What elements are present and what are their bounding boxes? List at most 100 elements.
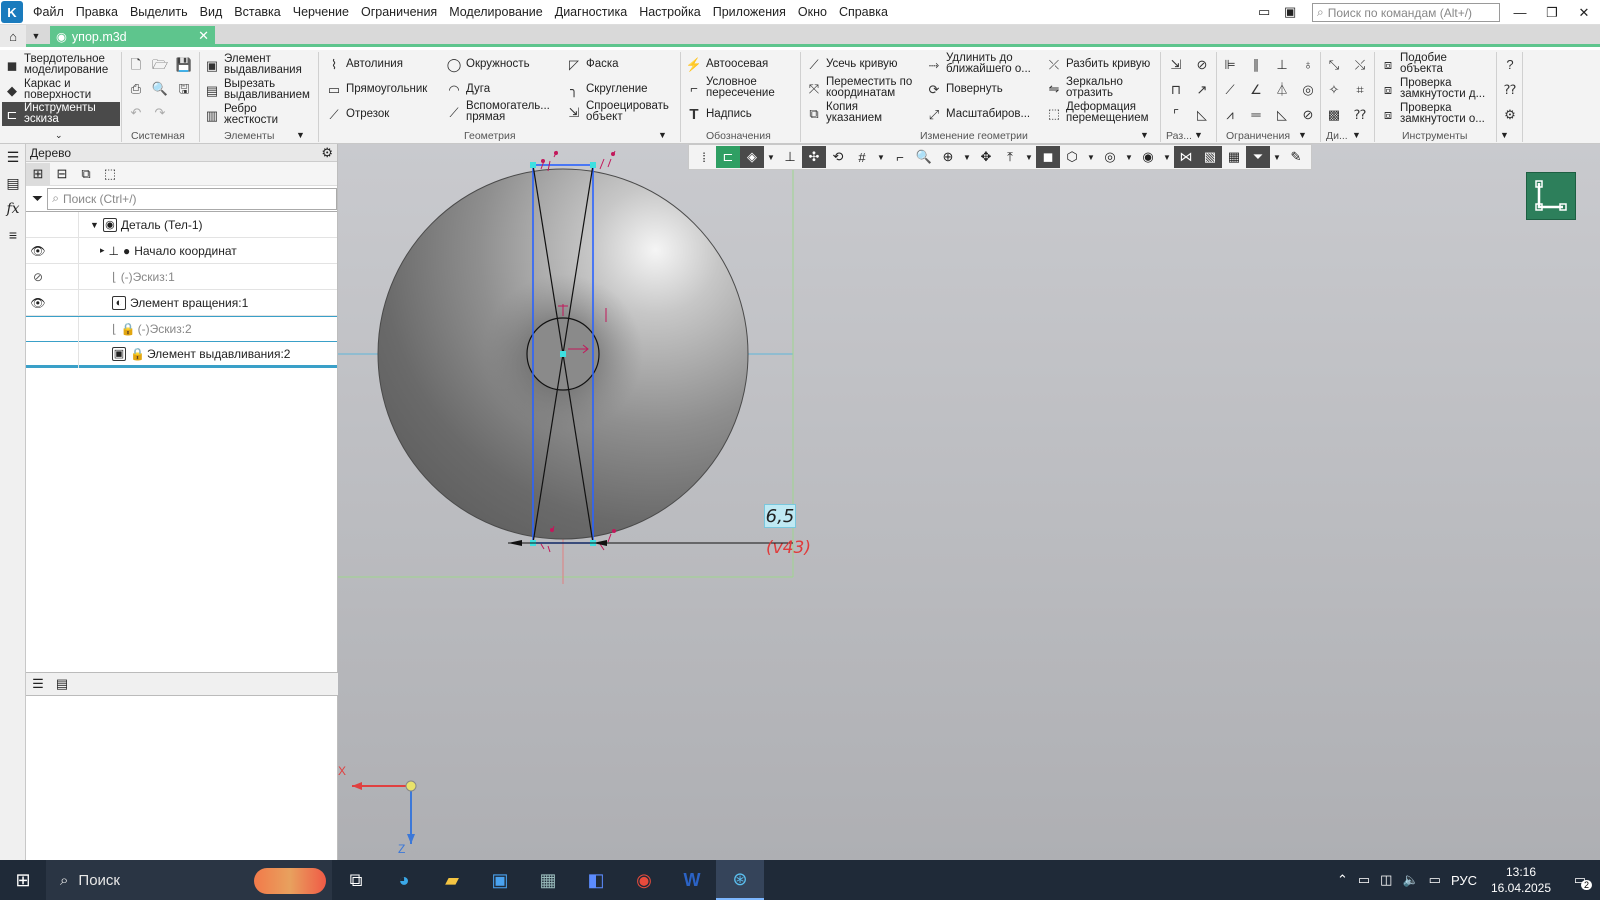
wireframe-view-icon[interactable]: ⬡ bbox=[1060, 146, 1084, 168]
circle-button[interactable]: ◯ Окружность bbox=[446, 56, 530, 72]
chamfer-button[interactable]: ◸ Фаска bbox=[566, 56, 619, 72]
store-icon[interactable]: ▣ bbox=[476, 860, 524, 900]
tree-view-icon[interactable]: ☰ bbox=[26, 673, 50, 695]
tree-row-revolve-1[interactable]: 👁 ◐ Элемент вращения:1 bbox=[26, 290, 337, 316]
vertex-point[interactable] bbox=[530, 162, 536, 168]
chevron-down-icon[interactable]: ▼ bbox=[1022, 153, 1036, 162]
undo-icon[interactable]: ↶ bbox=[128, 104, 148, 120]
tree-row-sketch-1[interactable]: ⊘ ⌊ (-)Эскиз:1 bbox=[26, 264, 337, 290]
triangle-dim-icon[interactable]: ◺ bbox=[1194, 106, 1214, 122]
kompas-taskbar-icon[interactable]: ⊛ bbox=[716, 860, 764, 900]
scale-button[interactable]: ⤢ Масштабиров... bbox=[926, 106, 1030, 122]
home-icon[interactable]: ⌂ bbox=[0, 25, 26, 47]
rotate-button[interactable]: ⟳ Повернуть bbox=[926, 81, 1003, 97]
pan-icon[interactable]: ✥ bbox=[974, 146, 998, 168]
menu-insert[interactable]: Вставка bbox=[228, 0, 286, 25]
chevron-down-icon[interactable]: ▼ bbox=[1140, 130, 1149, 140]
center-point[interactable] bbox=[560, 351, 566, 357]
chevron-down-icon[interactable]: ⌄ bbox=[55, 130, 63, 141]
cut-extrude-button[interactable]: ▤ Вырезать выдавливанием bbox=[204, 78, 314, 101]
close-button[interactable]: ✕ bbox=[1568, 0, 1600, 25]
restore-button[interactable]: ❐ bbox=[1536, 0, 1568, 25]
rib-button[interactable]: ▥ Ребро жесткости bbox=[204, 103, 314, 126]
shaded-view-icon[interactable]: ◼ bbox=[1036, 146, 1060, 168]
right-angle-icon[interactable]: ◺ bbox=[1274, 106, 1294, 122]
rectangle-button[interactable]: ▭ Прямоугольник bbox=[326, 81, 427, 97]
word-icon[interactable]: W bbox=[668, 860, 716, 900]
section-icon[interactable]: ◈ bbox=[740, 146, 764, 168]
split-curve-button[interactable]: ⤫ Разбить кривую bbox=[1046, 56, 1150, 72]
tangent-icon[interactable]: ♁ bbox=[1300, 56, 1320, 72]
sketch-exit-icon[interactable] bbox=[1526, 172, 1576, 220]
mode-sketch-tools-button[interactable]: ⊏ Инструменты эскиза bbox=[2, 102, 120, 126]
layout-icon[interactable]: ▭ bbox=[1258, 4, 1270, 20]
tree-links-icon[interactable]: ⧉ bbox=[74, 163, 98, 185]
chevron-down-icon[interactable]: ▼ bbox=[1352, 130, 1361, 140]
menu-modeling[interactable]: Моделирование bbox=[443, 0, 549, 25]
inscription-button[interactable]: T Надпись bbox=[686, 106, 751, 122]
diag-icon-2[interactable]: ⤯ bbox=[1352, 56, 1372, 72]
diameter-icon[interactable]: ⊘ bbox=[1194, 56, 1214, 72]
model-canvas[interactable] bbox=[338, 144, 1600, 860]
no-constraint-icon[interactable]: ⊘ bbox=[1300, 106, 1320, 122]
linear-dim-icon[interactable]: ⊓ bbox=[1168, 81, 1188, 97]
zoom-icon[interactable]: 🔍 bbox=[912, 146, 936, 168]
properties-icon[interactable]: ▤ bbox=[0, 170, 26, 196]
hide-icon[interactable]: ◎ bbox=[1098, 146, 1122, 168]
document-tab[interactable]: ◉ упор.m3d ✕ bbox=[50, 26, 215, 47]
app-logo-icon[interactable]: K bbox=[1, 1, 23, 23]
save-icon[interactable]: 💾 bbox=[176, 56, 196, 72]
concentric-icon[interactable]: ◎ bbox=[1300, 81, 1320, 97]
chevron-down-icon[interactable]: ▼ bbox=[26, 25, 46, 47]
eye-icon[interactable]: 👁 bbox=[28, 296, 48, 310]
tree-row-extrude-2[interactable]: ▣ 🔒 Элемент выдавливания:2 bbox=[26, 342, 337, 368]
open-folder-icon[interactable]: 🗁 bbox=[152, 56, 172, 72]
menu-applications[interactable]: Приложения bbox=[707, 0, 792, 25]
taskbar-search[interactable]: ⌕ Поиск bbox=[46, 860, 332, 900]
orient-icon[interactable]: ⤒ bbox=[998, 146, 1022, 168]
layers-icon[interactable]: ≡ bbox=[0, 222, 26, 248]
perpendicular-icon[interactable]: ⊥ bbox=[1274, 56, 1294, 72]
check-closure-o-button[interactable]: ⧈ Проверка замкнутости о... bbox=[1380, 102, 1492, 125]
parallel-icon[interactable]: ∥ bbox=[1248, 56, 1268, 72]
extrude-button[interactable]: ▣ Элемент выдавливания bbox=[204, 53, 314, 76]
chevron-up-icon[interactable]: ⌃ bbox=[1332, 872, 1353, 888]
battery-icon[interactable]: ▭ bbox=[1353, 872, 1375, 888]
dimension-value-label[interactable]: 6,5 bbox=[764, 504, 796, 528]
preview-icon[interactable]: 🔍 bbox=[152, 80, 172, 96]
grid-dots-icon[interactable]: ⁞ bbox=[692, 146, 716, 168]
context-help-icon[interactable]: ⁇ bbox=[1502, 81, 1522, 97]
pdf-reader-icon[interactable]: ◧ bbox=[572, 860, 620, 900]
minimize-button[interactable]: — bbox=[1504, 0, 1536, 25]
volume-icon[interactable]: 🔈 bbox=[1397, 872, 1423, 888]
language-indicator[interactable]: РУС bbox=[1446, 873, 1482, 888]
tree-filter-icon[interactable]: ⬚ bbox=[98, 163, 122, 185]
layers-vp-icon[interactable]: ▧ bbox=[1198, 146, 1222, 168]
expand-triangle-icon[interactable]: ▼ bbox=[90, 220, 99, 230]
tree-hierarchy-icon[interactable]: ⊟ bbox=[50, 163, 74, 185]
chevron-down-icon[interactable]: ▼ bbox=[960, 153, 974, 162]
filter-icon[interactable]: ⏷ bbox=[32, 190, 43, 207]
zoom-fit-icon[interactable]: ⊕ bbox=[936, 146, 960, 168]
equal-icon[interactable]: ═ bbox=[1248, 106, 1268, 122]
diag-icon-4[interactable]: ⌗ bbox=[1352, 81, 1372, 97]
redo-icon[interactable]: ↷ bbox=[152, 104, 172, 120]
file-explorer-icon[interactable]: ▰ bbox=[428, 860, 476, 900]
new-file-icon[interactable]: 🗋 bbox=[128, 56, 148, 72]
tree-structure-icon[interactable]: ⊞ bbox=[26, 162, 50, 185]
sketch-mode-icon[interactable]: ⊏ bbox=[716, 146, 740, 168]
notifications-icon[interactable]: ▭ 2 bbox=[1560, 872, 1600, 890]
menu-diagnostics[interactable]: Диагностика bbox=[549, 0, 633, 25]
rotate-view-icon[interactable]: ⟲ bbox=[826, 146, 850, 168]
mode-solid-button[interactable]: ◼ Твердотельное моделирование bbox=[4, 53, 120, 76]
param-icon[interactable]: ✣ bbox=[802, 146, 826, 168]
diag-icon-3[interactable]: ✧ bbox=[1326, 81, 1346, 97]
network-icon[interactable]: ▭ bbox=[1424, 872, 1446, 888]
fix-icon[interactable]: ⏃ bbox=[1274, 81, 1294, 97]
chevron-down-icon[interactable]: ▼ bbox=[296, 130, 305, 140]
menu-settings[interactable]: Настройка bbox=[633, 0, 707, 25]
menu-constraints[interactable]: Ограничения bbox=[355, 0, 443, 25]
menu-select[interactable]: Выделить bbox=[124, 0, 194, 25]
fillet-button[interactable]: ╮ Скругление bbox=[566, 81, 648, 97]
close-tab-icon[interactable]: ✕ bbox=[198, 28, 209, 44]
